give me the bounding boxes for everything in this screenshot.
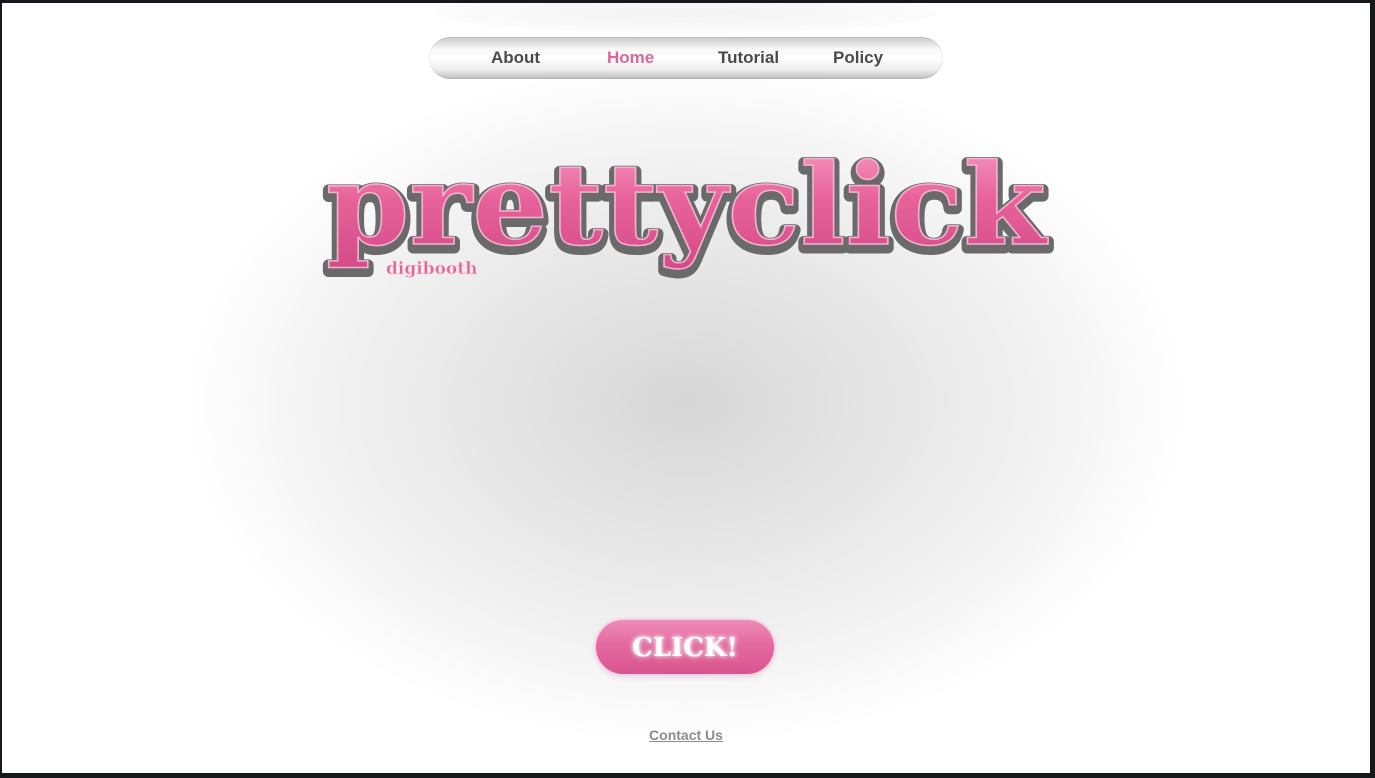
page-canvas: About Home Tutorial Policy prettyclick p… [2, 3, 1370, 773]
top-navigation-bar: About Home Tutorial Policy [429, 37, 943, 79]
logo-title: prettyclick [326, 140, 1049, 271]
brand-logo: prettyclick prettyclick digibooth [320, 128, 1060, 298]
top-glow [436, 3, 936, 33]
nav-item-tutorial[interactable]: Tutorial [718, 37, 779, 79]
nav-item-home[interactable]: Home [607, 37, 654, 79]
click-button[interactable]: CLICK! [596, 620, 774, 674]
logo-subtitle: digibooth [386, 259, 477, 279]
contact-us-link[interactable]: Contact Us [649, 727, 723, 743]
footer: Contact Us [2, 727, 1370, 743]
nav-item-policy[interactable]: Policy [833, 37, 883, 79]
click-button-label: CLICK! [632, 633, 738, 663]
logo-wordmark: prettyclick prettyclick digibooth [321, 139, 1055, 281]
nav-item-about[interactable]: About [491, 37, 540, 79]
